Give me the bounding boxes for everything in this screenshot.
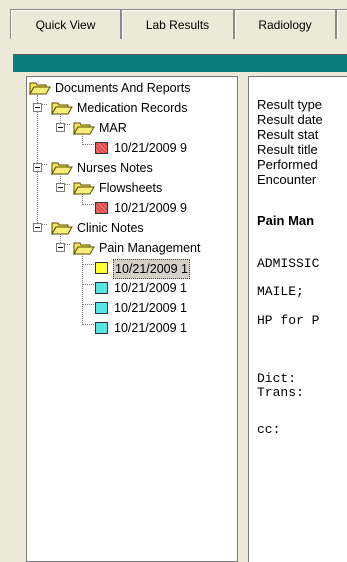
open-folder-icon (73, 182, 95, 195)
open-folder-icon (73, 242, 95, 255)
header-bar (13, 54, 347, 72)
result-field-label: Result date (257, 112, 323, 127)
collapse-toggle[interactable] (56, 243, 65, 252)
tree-node-label: Clinic Notes (77, 221, 144, 235)
red-document-icon (95, 142, 108, 154)
result-text-line: HP for P (257, 313, 320, 328)
tab-quick-view[interactable]: Quick View (10, 9, 121, 39)
tree-node-mar[interactable]: MAR (27, 119, 237, 137)
open-folder-icon (51, 222, 73, 235)
tree-node-label: Nurses Notes (77, 161, 153, 175)
collapse-toggle[interactable] (56, 183, 65, 192)
result-text-line: Dict: (257, 371, 297, 386)
tree-node-label: 10/21/2009 1 (114, 321, 187, 335)
result-text-line: Trans: (257, 385, 304, 400)
collapse-toggle[interactable] (33, 223, 42, 232)
document-tree[interactable]: Documents And Reports Medication Records… (26, 76, 238, 562)
collapse-toggle[interactable] (56, 123, 65, 132)
tree-node-label: 10/21/2009 9 (114, 201, 187, 215)
cyan-document-icon (95, 302, 108, 314)
tree-node-pain-document[interactable]: 10/21/2009 1 (27, 299, 237, 317)
tree-node-label: Flowsheets (99, 181, 163, 195)
tree-node-label: 10/21/2009 1 (114, 301, 187, 315)
tab-lab-results[interactable]: Lab Results (121, 9, 234, 39)
tree-node-pain-document[interactable]: 10/21/2009 1 (27, 319, 237, 337)
red-document-icon (95, 202, 108, 214)
tree-node-label: Medication Records (77, 101, 188, 115)
tree-node-flowsheet-document[interactable]: 10/21/2009 9 (27, 199, 237, 217)
result-field-label: Performed (257, 157, 318, 172)
tree-node-pain-document[interactable]: 10/21/2009 1 (27, 279, 237, 297)
tab-radiology[interactable]: Radiology (234, 9, 336, 39)
cyan-document-icon (95, 282, 108, 294)
tree-node-label: Pain Management (99, 241, 201, 255)
tree-node-documents-and-reports[interactable]: Documents And Reports (27, 79, 237, 97)
open-folder-icon (51, 162, 73, 175)
open-folder-icon (51, 102, 73, 115)
tree-node-nurses-notes[interactable]: Nurses Notes (27, 159, 237, 177)
yellow-document-icon (95, 262, 108, 274)
tree-node-label: 10/21/2009 1 (113, 259, 190, 279)
tree-node-clinic-notes[interactable]: Clinic Notes (27, 219, 237, 237)
result-field-label: Encounter (257, 172, 317, 187)
main-panel: Documents And Reports Medication Records… (0, 42, 347, 562)
result-text-line: MAILE; (257, 284, 304, 299)
result-title: Pain Man (257, 213, 315, 228)
collapse-toggle[interactable] (33, 163, 42, 172)
result-field-label: Result type (257, 97, 323, 112)
open-folder-icon (73, 122, 95, 135)
tree-node-pain-management[interactable]: Pain Management (27, 239, 237, 257)
open-folder-icon (29, 82, 51, 95)
tree-node-pain-document[interactable]: 10/21/2009 1 (27, 259, 237, 279)
tree-node-mar-document[interactable]: 10/21/2009 9 (27, 139, 237, 157)
tree-node-flowsheets[interactable]: Flowsheets (27, 179, 237, 197)
tree-node-label: 10/21/2009 9 (114, 141, 187, 155)
collapse-toggle[interactable] (33, 103, 42, 112)
tree-node-medication-records[interactable]: Medication Records (27, 99, 237, 117)
result-text-line: ADMISSIC (257, 256, 320, 271)
cyan-document-icon (95, 322, 108, 334)
result-text-line: cc: (257, 422, 281, 437)
result-viewer[interactable]: Result type Result date Result stat Resu… (248, 76, 347, 562)
tab-overflow[interactable] (336, 9, 347, 39)
tree-node-label: 10/21/2009 1 (114, 281, 187, 295)
tab-strip: Quick View Lab Results Radiology (0, 0, 347, 42)
tree-node-label: MAR (99, 121, 127, 135)
result-field-label: Result stat (257, 127, 319, 142)
tree-node-label: Documents And Reports (55, 81, 191, 95)
result-field-label: Result title (257, 142, 318, 157)
